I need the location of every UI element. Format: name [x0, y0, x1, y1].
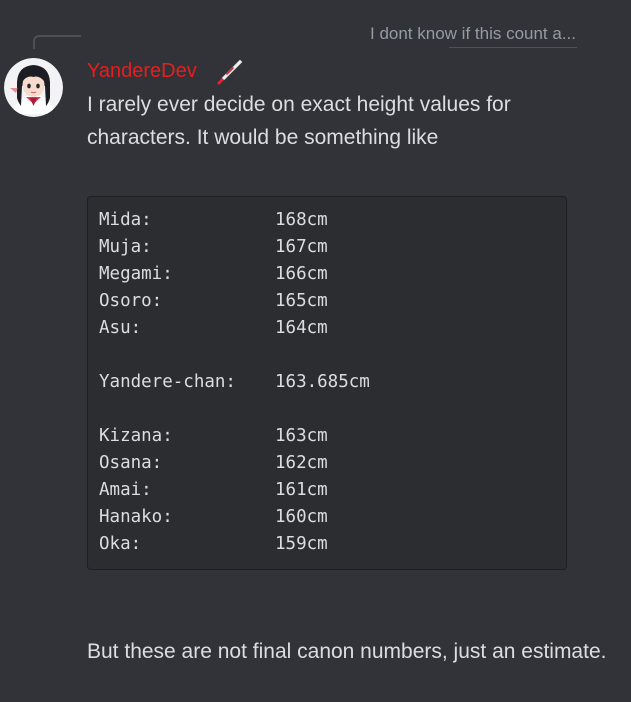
- character-name: Kizana:: [99, 426, 173, 446]
- character-name: Osana:: [99, 453, 163, 473]
- height-row: Asu: 164cm: [99, 315, 555, 342]
- character-name: Hanako:: [99, 507, 173, 527]
- character-height: 163.685cm: [275, 372, 370, 392]
- height-row: Amai: 161cm: [99, 477, 555, 504]
- character-name: Megami:: [99, 264, 173, 284]
- character-height: 160cm: [275, 507, 328, 527]
- character-height: 168cm: [275, 210, 328, 230]
- code-block: Mida: 168cm Muja: 167cm Megami: 166cm Osoro…: [87, 196, 567, 570]
- author-name[interactable]: YandereDev: [87, 60, 197, 83]
- reply-link-underline: [449, 47, 577, 48]
- avatar-image: [4, 58, 63, 117]
- height-row: Hanako: 160cm: [99, 504, 555, 531]
- height-row: Yandere-chan: 163.685cm: [99, 369, 555, 396]
- message-followup-text: But these are not final canon numbers, j…: [87, 640, 607, 663]
- height-row: Osoro: 165cm: [99, 288, 555, 315]
- character-height: 162cm: [275, 453, 328, 473]
- character-height: 165cm: [275, 291, 328, 311]
- character-height: 163cm: [275, 426, 328, 446]
- character-name: Muja:: [99, 237, 152, 257]
- height-row: Mida: 168cm: [99, 207, 555, 234]
- character-height: 159cm: [275, 534, 328, 554]
- character-height: 166cm: [275, 264, 328, 284]
- character-name: Mida:: [99, 210, 152, 230]
- height-row: Oka: 159cm: [99, 531, 555, 558]
- character-name: Amai:: [99, 480, 152, 500]
- reply-connector: [33, 35, 81, 49]
- character-name: Osoro:: [99, 291, 163, 311]
- character-height: 161cm: [275, 480, 328, 500]
- character-name: Oka:: [99, 534, 142, 554]
- message-text: I rarely ever decide on exact height val…: [87, 93, 511, 149]
- character-height: 167cm: [275, 237, 328, 257]
- height-row: Osana: 162cm: [99, 450, 555, 477]
- character-name: Yandere-chan:: [99, 372, 236, 392]
- character-name: Asu:: [99, 318, 142, 338]
- reply-preview-text[interactable]: I dont know if this count a...: [370, 24, 620, 44]
- avatar[interactable]: [4, 58, 63, 117]
- height-row: Kizana: 163cm: [99, 423, 555, 450]
- character-height: 164cm: [275, 318, 328, 338]
- height-row: Megami: 166cm: [99, 261, 555, 288]
- height-row: Muja: 167cm: [99, 234, 555, 261]
- knife-icon: [217, 59, 243, 85]
